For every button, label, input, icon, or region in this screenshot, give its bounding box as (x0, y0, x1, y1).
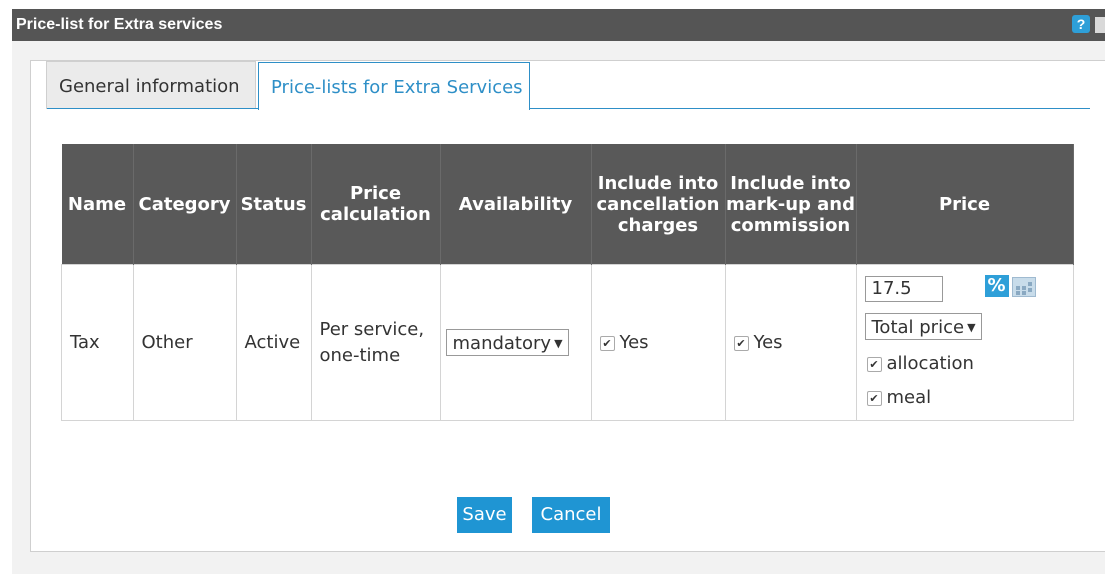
include-markup-checkbox[interactable]: ✔ (733, 335, 749, 351)
cell-name: Tax (61, 264, 134, 421)
chevron-down-icon: ▼ (554, 337, 563, 350)
cell-include-markup: ✔ Yes (724, 264, 857, 421)
price-option-allocation: ✔ allocation (866, 353, 974, 374)
column-header-include-markup: Include into mark-up and commission (725, 144, 857, 265)
meal-checkbox[interactable]: ✔ (866, 390, 882, 406)
price-mode-selected-value: Total price (871, 317, 965, 338)
save-button[interactable]: Save (457, 497, 512, 533)
column-header-category: Category (133, 144, 237, 265)
cell-status: Active (235, 264, 312, 421)
allocation-checkbox[interactable]: ✔ (866, 356, 882, 372)
price-option-meal: ✔ meal (866, 387, 932, 408)
tab-price-lists-extra-services[interactable]: Price-lists for Extra Services (258, 62, 530, 110)
cell-category: Other (132, 264, 237, 421)
price-list-table: Name Category Status Price calculation A… (61, 144, 1074, 421)
calculator-icon[interactable] (1011, 277, 1036, 297)
percent-icon[interactable]: % (984, 275, 1009, 297)
price-mode-select[interactable]: Total price ▼ (864, 313, 982, 340)
close-icon[interactable] (1095, 17, 1105, 33)
allocation-label: allocation (886, 353, 974, 374)
include-cancellation-checkbox[interactable]: ✔ (599, 335, 615, 351)
tab-underline (47, 108, 1090, 109)
include-markup-label: Yes (753, 332, 783, 353)
chevron-down-icon: ▼ (967, 321, 976, 334)
availability-selected-value: mandatory (452, 333, 552, 354)
price-calculation-text: Per service, one-time (319, 318, 425, 366)
cell-price: 17.5 % Total price ▼ ✔ allocation ✔ meal (855, 264, 1074, 421)
column-header-include-cancellation: Include into cancellation charges (591, 144, 726, 265)
table-row: Tax Other Active Per service, one-time m… (61, 264, 1074, 421)
cancel-button[interactable]: Cancel (532, 497, 610, 533)
window-title-bar: Price-list for Extra services ? (12, 9, 1105, 41)
price-mode-wrap: Total price ▼ (864, 313, 982, 340)
column-header-availability: Availability (440, 144, 592, 265)
include-cancellation-label: Yes (619, 332, 649, 353)
meal-label: meal (886, 387, 932, 408)
column-header-status: Status (236, 144, 312, 265)
column-header-price: Price (856, 144, 1074, 265)
content-panel: General information Price-lists for Extr… (30, 60, 1105, 552)
window-title: Price-list for Extra services (16, 16, 223, 33)
help-icon[interactable]: ? (1072, 15, 1090, 33)
table-header-row: Name Category Status Price calculation A… (61, 144, 1074, 265)
cell-availability: mandatory ▼ (439, 264, 592, 421)
availability-select[interactable]: mandatory ▼ (445, 329, 569, 356)
column-header-name: Name (61, 144, 134, 265)
cell-include-cancellation: ✔ Yes (590, 264, 726, 421)
price-value-input[interactable]: 17.5 (864, 276, 943, 302)
tab-general-information[interactable]: General information (46, 61, 256, 109)
cell-price-calculation: Per service, one-time (310, 264, 441, 421)
dialog-body: General information Price-lists for Extr… (12, 41, 1105, 574)
column-header-price-calculation: Price calculation (311, 144, 441, 265)
